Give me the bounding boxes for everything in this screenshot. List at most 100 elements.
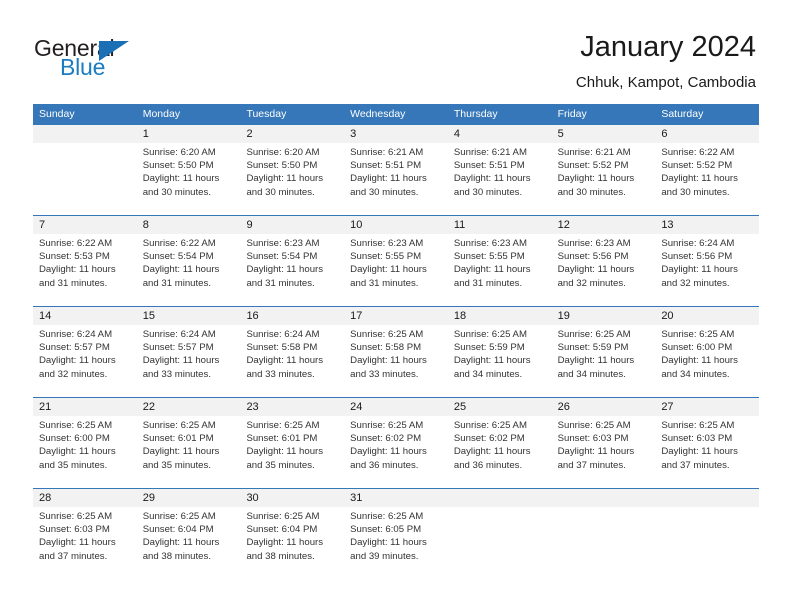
- day-cell[interactable]: Sunrise: 6:21 AM Sunset: 5:51 PM Daylight:…: [344, 143, 448, 215]
- day-number-empty: [448, 489, 552, 507]
- sunrise-text: Sunrise: 6:25 AM: [453, 420, 527, 431]
- day-cell[interactable]: Sunrise: 6:25 AM Sunset: 6:03 PM Daylight:…: [655, 416, 759, 488]
- day-number[interactable]: 9: [240, 216, 344, 234]
- day-cell[interactable]: Sunrise: 6:23 AM Sunset: 5:56 PM Daylight:…: [552, 234, 656, 306]
- day-number[interactable]: 13: [655, 216, 759, 234]
- day-number[interactable]: 7: [33, 216, 137, 234]
- sunset-text: Sunset: 5:53 PM: [39, 251, 110, 263]
- day-cell[interactable]: Sunrise: 6:20 AM Sunset: 5:50 PM Daylight:…: [240, 143, 344, 215]
- day-number-row: 21 22 23 24 25 26 27: [33, 398, 759, 416]
- daylight-text: and 31 minutes.: [142, 277, 211, 289]
- daylight-text: Daylight: 11 hours: [557, 173, 635, 185]
- daylight-text: and 37 minutes.: [661, 459, 730, 471]
- sunrise-text: Sunrise: 6:21 AM: [557, 147, 631, 158]
- daylight-text: and 34 minutes.: [557, 368, 626, 380]
- day-cell[interactable]: Sunrise: 6:25 AM Sunset: 6:01 PM Daylight:…: [240, 416, 344, 488]
- day-number[interactable]: 5: [552, 125, 656, 143]
- daylight-text: and 32 minutes.: [557, 277, 626, 289]
- day-number[interactable]: 24: [344, 398, 448, 416]
- day-detail-row: Sunrise: 6:24 AM Sunset: 5:57 PM Daylight:…: [33, 325, 759, 397]
- day-number[interactable]: 26: [552, 398, 656, 416]
- day-cell[interactable]: Sunrise: 6:23 AM Sunset: 5:55 PM Daylight:…: [448, 234, 552, 306]
- day-number[interactable]: 8: [137, 216, 241, 234]
- general-blue-logo: General Blue: [34, 36, 214, 84]
- week-row: 28 29 30 31 Sunrise: 6:25 AM Sunset: 6:03 PM D…: [33, 488, 759, 579]
- day-number-empty: [655, 489, 759, 507]
- weekday-header-saturday: Saturday: [661, 108, 704, 120]
- day-number[interactable]: 19: [552, 307, 656, 325]
- day-cell[interactable]: Sunrise: 6:22 AM Sunset: 5:53 PM Daylight:…: [33, 234, 137, 306]
- day-number[interactable]: 28: [33, 489, 137, 507]
- day-number[interactable]: 16: [240, 307, 344, 325]
- day-cell[interactable]: Sunrise: 6:23 AM Sunset: 5:55 PM Daylight:…: [344, 234, 448, 306]
- daylight-text: and 37 minutes.: [557, 459, 626, 471]
- day-cell[interactable]: Sunrise: 6:22 AM Sunset: 5:52 PM Daylight:…: [655, 143, 759, 215]
- day-cell[interactable]: Sunrise: 6:23 AM Sunset: 5:54 PM Daylight:…: [240, 234, 344, 306]
- day-cell[interactable]: Sunrise: 6:25 AM Sunset: 6:05 PM Daylight:…: [344, 507, 448, 579]
- weekday-header-wednesday: Wednesday: [350, 108, 406, 120]
- daylight-text: and 36 minutes.: [350, 459, 419, 471]
- day-cell[interactable]: Sunrise: 6:25 AM Sunset: 6:04 PM Daylight:…: [137, 507, 241, 579]
- day-cell[interactable]: Sunrise: 6:20 AM Sunset: 5:50 PM Daylight:…: [137, 143, 241, 215]
- day-number[interactable]: 3: [344, 125, 448, 143]
- daylight-text: and 34 minutes.: [661, 368, 730, 380]
- day-cell[interactable]: Sunrise: 6:24 AM Sunset: 5:57 PM Daylight:…: [137, 325, 241, 397]
- day-cell[interactable]: Sunrise: 6:25 AM Sunset: 6:03 PM Daylight:…: [552, 416, 656, 488]
- day-number[interactable]: 30: [240, 489, 344, 507]
- day-cell[interactable]: Sunrise: 6:21 AM Sunset: 5:51 PM Daylight:…: [448, 143, 552, 215]
- day-number[interactable]: 31: [344, 489, 448, 507]
- day-cell[interactable]: Sunrise: 6:25 AM Sunset: 6:02 PM Daylight:…: [344, 416, 448, 488]
- daylight-text: Daylight: 11 hours: [661, 264, 738, 276]
- daylight-text: and 31 minutes.: [453, 277, 523, 289]
- sunrise-text: Sunrise: 6:25 AM: [557, 329, 631, 340]
- day-number[interactable]: 20: [655, 307, 759, 325]
- sunset-text: Sunset: 5:54 PM: [142, 251, 214, 263]
- day-cell[interactable]: Sunrise: 6:25 AM Sunset: 6:04 PM Daylight:…: [240, 507, 344, 579]
- day-cell[interactable]: Sunrise: 6:25 AM Sunset: 6:00 PM Daylight:…: [33, 416, 137, 488]
- day-cell[interactable]: Sunrise: 6:25 AM Sunset: 6:03 PM Daylight:…: [33, 507, 137, 579]
- day-cell[interactable]: Sunrise: 6:25 AM Sunset: 5:59 PM Daylight:…: [448, 325, 552, 397]
- day-number[interactable]: 2: [240, 125, 344, 143]
- day-number[interactable]: 6: [655, 125, 759, 143]
- day-number[interactable]: 11: [448, 216, 552, 234]
- daylight-text: Daylight: 11 hours: [557, 264, 635, 276]
- sunrise-text: Sunrise: 6:23 AM: [350, 238, 424, 249]
- day-cell[interactable]: Sunrise: 6:22 AM Sunset: 5:54 PM Daylight:…: [137, 234, 241, 306]
- daylight-text: Daylight: 11 hours: [39, 264, 116, 276]
- daylight-text: and 33 minutes.: [142, 368, 211, 380]
- calendar-grid: Sunday Monday Tuesday Wednesday Thursday Frid…: [33, 104, 759, 579]
- day-number[interactable]: 4: [448, 125, 552, 143]
- day-cell[interactable]: Sunrise: 6:25 AM Sunset: 6:02 PM Daylight:…: [448, 416, 552, 488]
- day-cell[interactable]: Sunrise: 6:25 AM Sunset: 6:01 PM Daylight:…: [137, 416, 241, 488]
- day-number[interactable]: 25: [448, 398, 552, 416]
- day-number[interactable]: 23: [240, 398, 344, 416]
- day-number[interactable]: 10: [344, 216, 448, 234]
- daylight-text: Daylight: 11 hours: [350, 537, 427, 549]
- sunset-text: Sunset: 5:50 PM: [142, 160, 214, 172]
- day-cell[interactable]: Sunrise: 6:21 AM Sunset: 5:52 PM Daylight:…: [552, 143, 656, 215]
- day-number[interactable]: 27: [655, 398, 759, 416]
- weekday-header-row: Sunday Monday Tuesday Wednesday Thursday Frid…: [33, 104, 759, 125]
- sunrise-text: Sunrise: 6:23 AM: [453, 238, 527, 249]
- day-cell[interactable]: Sunrise: 6:24 AM Sunset: 5:56 PM Daylight:…: [655, 234, 759, 306]
- weekday-header-sunday: Sunday: [39, 108, 75, 120]
- day-cell[interactable]: Sunrise: 6:25 AM Sunset: 6:00 PM Daylight:…: [655, 325, 759, 397]
- day-number[interactable]: 29: [137, 489, 241, 507]
- day-number[interactable]: 12: [552, 216, 656, 234]
- day-cell[interactable]: Sunrise: 6:25 AM Sunset: 5:59 PM Daylight:…: [552, 325, 656, 397]
- daylight-text: Daylight: 11 hours: [661, 173, 738, 185]
- week-row: 7 8 9 10 11 12 13 Sunrise: 6:22 AM Sunset: 5:53 …: [33, 215, 759, 306]
- day-cell[interactable]: Sunrise: 6:25 AM Sunset: 5:58 PM Daylight:…: [344, 325, 448, 397]
- daylight-text: Daylight: 11 hours: [246, 264, 324, 276]
- day-number[interactable]: 22: [137, 398, 241, 416]
- day-number[interactable]: 18: [448, 307, 552, 325]
- sunset-text: Sunset: 6:03 PM: [557, 433, 629, 445]
- day-number[interactable]: 1: [137, 125, 241, 143]
- day-number[interactable]: 17: [344, 307, 448, 325]
- day-number[interactable]: 15: [137, 307, 241, 325]
- day-cell[interactable]: Sunrise: 6:24 AM Sunset: 5:58 PM Daylight:…: [240, 325, 344, 397]
- daylight-text: and 36 minutes.: [453, 459, 523, 471]
- day-number[interactable]: 21: [33, 398, 137, 416]
- day-number[interactable]: 14: [33, 307, 137, 325]
- day-cell[interactable]: Sunrise: 6:24 AM Sunset: 5:57 PM Daylight:…: [33, 325, 137, 397]
